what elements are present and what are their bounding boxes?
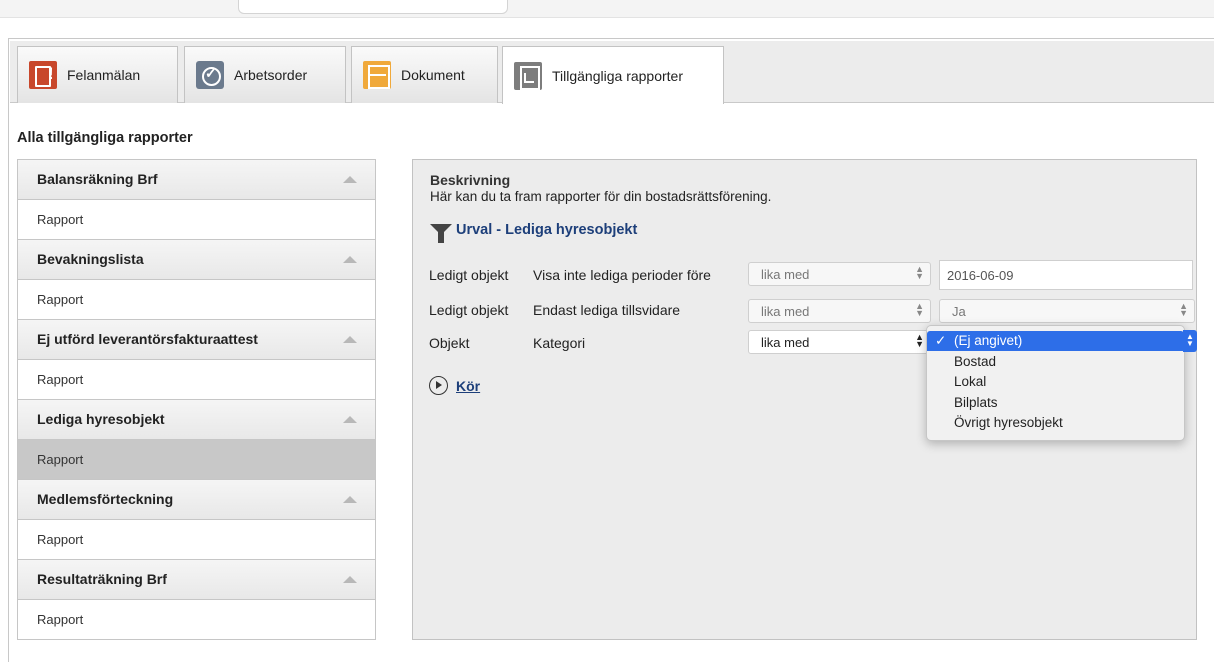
- operator-select[interactable]: lika med ▲ ▼: [748, 330, 931, 354]
- report-link[interactable]: Rapport: [37, 452, 83, 467]
- criteria-object: Objekt: [429, 335, 470, 351]
- report-title: Resultaträkning Brf: [37, 571, 167, 587]
- report-header[interactable]: Lediga hyresobjekt: [18, 399, 375, 439]
- top-bar: [0, 0, 1214, 18]
- criteria-field: Kategori: [533, 335, 586, 351]
- report-issue-icon: [29, 61, 57, 89]
- dropdown-option[interactable]: Bostad: [927, 352, 1184, 372]
- tab-label: Felanmälan: [67, 67, 141, 83]
- updown-icon: ▲ ▼: [915, 301, 924, 318]
- updown-icon[interactable]: ▲ ▼: [1183, 330, 1197, 352]
- collapse-icon[interactable]: [343, 336, 357, 343]
- collapse-icon[interactable]: [343, 176, 357, 183]
- report-header[interactable]: Bevakningslista: [18, 239, 375, 279]
- date-input[interactable]: 2016-06-09: [939, 260, 1193, 290]
- operator-value: lika med: [761, 335, 810, 350]
- run-button[interactable]: Kör: [429, 376, 480, 395]
- report-title: Lediga hyresobjekt: [37, 411, 165, 427]
- operator-select[interactable]: lika med ▲ ▼: [748, 299, 931, 323]
- tab-label: Dokument: [401, 67, 465, 83]
- report-header[interactable]: Balansräkning Brf: [18, 159, 375, 199]
- dropdown-option[interactable]: Lokal: [927, 372, 1184, 392]
- reports-accordion: Balansräkning Brf Rapport Bevakningslist…: [17, 159, 376, 640]
- operator-value: lika med: [761, 267, 810, 282]
- dropdown-option[interactable]: Övrigt hyresobjekt: [927, 413, 1184, 433]
- option-label: Lokal: [954, 374, 987, 389]
- checkmark-icon: ✓: [935, 333, 947, 348]
- report-header[interactable]: Resultaträkning Brf: [18, 559, 375, 599]
- report-header[interactable]: Ej utförd leverantörsfakturaattest: [18, 319, 375, 359]
- tab-label: Arbetsorder: [234, 67, 308, 83]
- criteria-object: Ledigt objekt: [429, 267, 509, 283]
- report-item[interactable]: Rapport: [18, 519, 375, 559]
- filter-icon-stem: [438, 232, 444, 243]
- tab-tillgangliga-rapporter[interactable]: Tillgängliga rapporter: [502, 46, 724, 104]
- option-label: (Ej angivet): [954, 333, 1023, 348]
- dropdown-option-selected[interactable]: ✓ (Ej angivet): [927, 331, 1184, 351]
- collapse-icon[interactable]: [343, 256, 357, 263]
- value-select[interactable]: Ja ▲ ▼: [939, 299, 1195, 323]
- updown-icon: ▲ ▼: [1179, 301, 1188, 318]
- select-value: Ja: [952, 304, 966, 319]
- category-dropdown-menu: ✓ (Ej angivet) Bostad Lokal Bilplats Övr…: [926, 325, 1185, 441]
- report-item[interactable]: Rapport: [18, 599, 375, 639]
- report-title: Medlemsförteckning: [37, 491, 174, 507]
- report-title: Bevakningslista: [37, 251, 144, 267]
- collapse-icon[interactable]: [343, 576, 357, 583]
- dropdown-option[interactable]: Bilplats: [927, 393, 1184, 413]
- report-item[interactable]: Rapport: [18, 279, 375, 319]
- option-label: Bilplats: [954, 395, 998, 410]
- description-title: Beskrivning: [430, 172, 511, 188]
- option-label: Bostad: [954, 354, 997, 369]
- description-text: Här kan du ta fram rapporter för din bos…: [430, 189, 772, 204]
- criteria-field: Visa inte lediga perioder före: [533, 267, 711, 283]
- chart-report-icon: [514, 61, 542, 90]
- report-link[interactable]: Rapport: [37, 292, 83, 307]
- play-icon: [429, 376, 448, 395]
- collapse-icon[interactable]: [343, 496, 357, 503]
- criteria-object: Ledigt objekt: [429, 302, 509, 318]
- tab-felanmalan[interactable]: Felanmälan: [17, 46, 178, 103]
- section-title: Alla tillgängliga rapporter: [17, 130, 193, 146]
- operator-value: lika med: [761, 304, 810, 319]
- collapse-icon[interactable]: [343, 416, 357, 423]
- urval-title: Urval - Lediga hyresobjekt: [456, 222, 638, 238]
- date-value: 2016-06-09: [947, 268, 1014, 283]
- tab-label: Tillgängliga rapporter: [552, 67, 683, 84]
- report-link[interactable]: Rapport: [37, 532, 83, 547]
- criteria-field: Endast lediga tillsvidare: [533, 302, 681, 318]
- tab-dokument[interactable]: Dokument: [351, 46, 498, 103]
- option-label: Övrigt hyresobjekt: [954, 415, 1063, 430]
- tab-arbetsorder[interactable]: Arbetsorder: [184, 46, 346, 103]
- tab-bar: Felanmälan Arbetsorder Dokument Tillgäng…: [10, 41, 1214, 104]
- report-link[interactable]: Rapport: [37, 612, 83, 627]
- report-header[interactable]: Medlemsförteckning: [18, 479, 375, 519]
- operator-select[interactable]: lika med ▲ ▼: [748, 262, 931, 286]
- report-item-selected[interactable]: Rapport: [18, 439, 375, 479]
- cabinet-icon: [363, 61, 391, 89]
- report-item[interactable]: Rapport: [18, 199, 375, 239]
- updown-icon: ▲ ▼: [915, 264, 924, 281]
- checkmark-clock-icon: [196, 61, 224, 89]
- updown-icon: ▲ ▼: [915, 332, 924, 349]
- top-search-field[interactable]: [238, 0, 508, 14]
- run-label[interactable]: Kör: [456, 378, 480, 394]
- report-title: Ej utförd leverantörsfakturaattest: [37, 331, 258, 347]
- report-link[interactable]: Rapport: [37, 212, 83, 227]
- report-item[interactable]: Rapport: [18, 359, 375, 399]
- report-link[interactable]: Rapport: [37, 372, 83, 387]
- report-title: Balansräkning Brf: [37, 171, 158, 187]
